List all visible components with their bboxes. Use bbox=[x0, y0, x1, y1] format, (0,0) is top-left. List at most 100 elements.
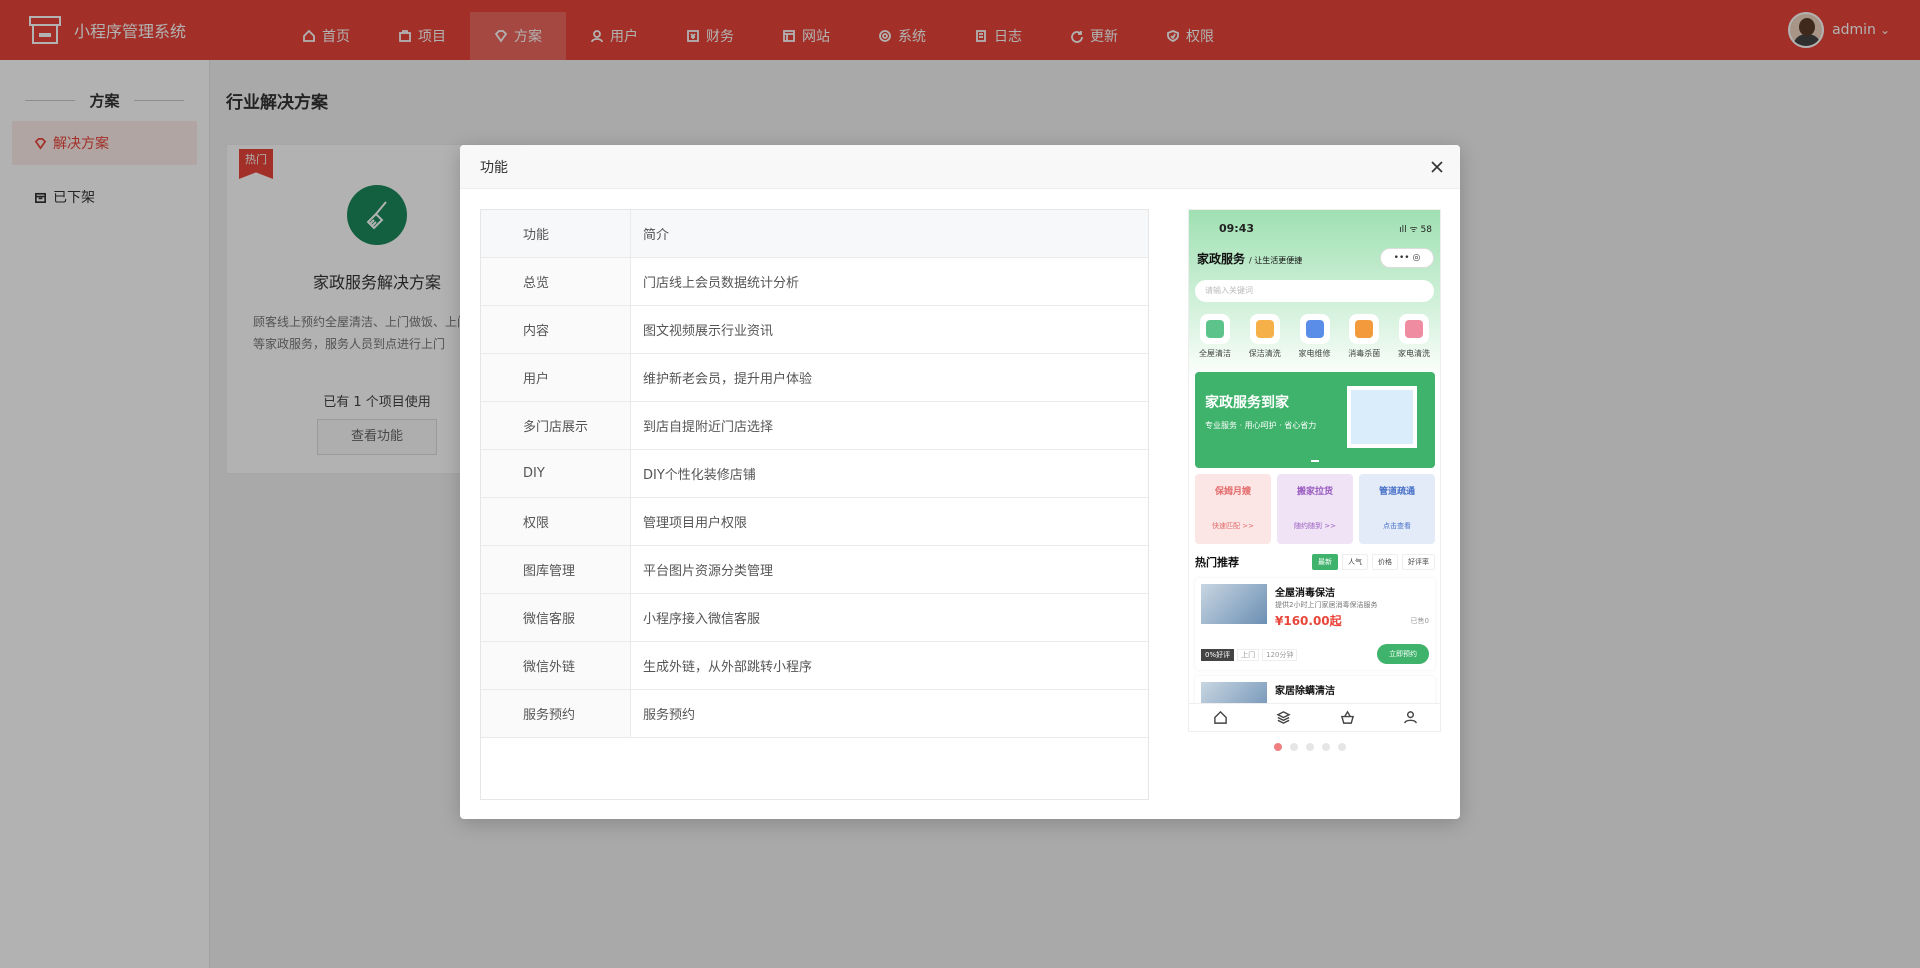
pager-dot[interactable] bbox=[1338, 743, 1346, 751]
promo-title: 管道疏通 bbox=[1378, 487, 1415, 497]
feature-description: 图文视频展示行业资讯 bbox=[643, 324, 774, 339]
preview-tabbar bbox=[1189, 703, 1440, 731]
person-icon bbox=[1404, 711, 1417, 724]
preview-time: 09:43 bbox=[1219, 222, 1255, 235]
hot-title: 热门推荐 bbox=[1195, 556, 1239, 569]
table-row: 微信客服 小程序接入微信客服 bbox=[481, 594, 1148, 642]
category-icon bbox=[1349, 314, 1380, 344]
feature-name: 服务预约 bbox=[481, 690, 631, 737]
feature-description: 平台图片资源分类管理 bbox=[643, 564, 774, 579]
banner-subtitle: 专业服务 · 用心呵护 · 省心省力 bbox=[1205, 421, 1317, 430]
preview-hot-header: 热门推荐 最新 人气 价格 好评率 bbox=[1195, 554, 1435, 570]
promo-card: 搬家拉货随约随到 >> bbox=[1277, 474, 1353, 544]
features-modal: 功能 功能 简介 总览 门店线上会员数据统计分析 内容 图文视频展示行业资讯 用户 维护新… bbox=[460, 145, 1460, 819]
feature-name: 总览 bbox=[481, 258, 631, 305]
preview-pager bbox=[1274, 743, 1354, 751]
hot-tab: 人气 bbox=[1342, 554, 1368, 570]
category-item: 消毒杀菌 bbox=[1340, 314, 1388, 359]
category-label: 消毒杀菌 bbox=[1348, 349, 1381, 358]
feature-name: DIY bbox=[481, 450, 631, 497]
column-header-description: 简介 bbox=[643, 228, 670, 243]
category-item: 家电清洗 bbox=[1390, 314, 1438, 359]
feature-name: 内容 bbox=[481, 306, 631, 353]
preview-header: 09:43 ıll ᯤ 58 家政服务 / 让生活更便捷 ••• ◎ 请输入关键词… bbox=[1189, 210, 1440, 380]
promo-sub: 随约随到 >> bbox=[1294, 522, 1336, 530]
home-icon bbox=[1214, 710, 1227, 724]
feature-description: 门店线上会员数据统计分析 bbox=[643, 276, 800, 291]
pager-dot[interactable] bbox=[1290, 743, 1298, 751]
preview-search-input: 请输入关键词 bbox=[1195, 280, 1434, 302]
preview-status-icons: ıll ᯤ 58 bbox=[1399, 225, 1432, 235]
service-name: 全屋消毒保洁 bbox=[1275, 588, 1335, 599]
category-item: 全屋清洁 bbox=[1191, 314, 1239, 359]
hot-tab: 好评率 bbox=[1402, 554, 1435, 570]
banner-dot bbox=[1311, 460, 1319, 462]
pager-dot[interactable] bbox=[1322, 743, 1330, 751]
preview-promos: 保姆月嫂 快速匹配 >> 搬家拉货 随约随到 >> 管道疏通 点击查看 bbox=[1195, 474, 1435, 544]
service-sold: 已售0 bbox=[1410, 617, 1429, 625]
table-row: 多门店展示 到店自提附近门店选择 bbox=[481, 402, 1148, 450]
feature-description: 到店自提附近门店选择 bbox=[643, 420, 774, 435]
service-tag: 0%好评 bbox=[1201, 649, 1235, 661]
category-label: 全屋清洁 bbox=[1199, 349, 1231, 358]
features-table: 功能 简介 总览 门店线上会员数据统计分析 内容 图文视频展示行业资讯 用户 维护新老会员… bbox=[480, 209, 1149, 800]
pager-dot[interactable] bbox=[1274, 743, 1282, 751]
category-label: 家电维修 bbox=[1298, 349, 1331, 358]
category-icon bbox=[1399, 314, 1429, 344]
category-item: 家电维修 bbox=[1291, 314, 1339, 359]
feature-name: 用户 bbox=[481, 354, 631, 401]
category-item: 保洁清洗 bbox=[1241, 314, 1289, 359]
feature-description: 小程序接入微信客服 bbox=[643, 612, 761, 627]
promo-card: 保姆月嫂 快速匹配 >> bbox=[1195, 474, 1271, 544]
feature-description: 管理项目用户权限 bbox=[643, 516, 748, 531]
promo-title: 保姆月嫂 bbox=[1214, 487, 1251, 497]
table-header-row: 功能 简介 bbox=[481, 210, 1148, 258]
preview-title: 家政服务 / 让生活更便捷 bbox=[1197, 252, 1303, 266]
window-illustration bbox=[1347, 386, 1417, 448]
table-row: 总览 门店线上会员数据统计分析 bbox=[481, 258, 1148, 306]
feature-description: 生成外链，从外部跳转小程序 bbox=[643, 660, 813, 675]
promo-card: 管道疏通 点击查看 bbox=[1359, 474, 1435, 544]
service-desc: 提供2小时上门家居消毒保洁服务 bbox=[1275, 601, 1378, 609]
table-row: 服务预约 服务预约 bbox=[481, 690, 1148, 738]
preview-categories: 全屋清洁 保洁清洗 家电维修 消毒杀菌 家电清洗 bbox=[1191, 314, 1438, 359]
feature-description: DIY个性化装修店铺 bbox=[643, 468, 756, 483]
promo-sub: 点击查看 bbox=[1383, 522, 1411, 530]
column-header-feature: 功能 bbox=[481, 210, 631, 257]
pager-dot[interactable] bbox=[1306, 743, 1314, 751]
feature-name: 微信客服 bbox=[481, 594, 631, 641]
preview-banner: 家政服务到家 专业服务 · 用心呵护 · 省心省力 bbox=[1195, 372, 1435, 468]
feature-name: 权限 bbox=[481, 498, 631, 545]
category-label: 家电清洗 bbox=[1398, 349, 1430, 358]
basket-icon bbox=[1340, 710, 1354, 724]
service-tags: 0%好评 上门 120分钟 bbox=[1201, 649, 1300, 661]
close-icon[interactable] bbox=[1428, 158, 1446, 176]
category-icon bbox=[1200, 314, 1230, 344]
feature-description: 服务预约 bbox=[643, 708, 696, 723]
service-image bbox=[1201, 584, 1267, 624]
layers-icon bbox=[1276, 711, 1292, 724]
modal-title: 功能 bbox=[460, 145, 1460, 189]
category-icon bbox=[1249, 314, 1280, 344]
hot-tab: 价格 bbox=[1372, 554, 1398, 570]
feature-name: 多门店展示 bbox=[481, 402, 631, 449]
service-name: 家居除螨清洁 bbox=[1275, 686, 1335, 697]
table-row: 权限 管理项目用户权限 bbox=[481, 498, 1148, 546]
service-tag: 120分钟 bbox=[1262, 649, 1298, 661]
feature-name: 微信外链 bbox=[481, 642, 631, 689]
table-row: 内容 图文视频展示行业资讯 bbox=[481, 306, 1148, 354]
banner-title: 家政服务到家 bbox=[1205, 395, 1289, 411]
preview-capsule: ••• ◎ bbox=[1380, 248, 1434, 268]
hot-tab: 最新 bbox=[1312, 554, 1338, 570]
preview-service-item: 全屋消毒保洁 提供2小时上门家居消毒保洁服务 ¥160.00起 已售0 0%好评… bbox=[1195, 578, 1435, 670]
book-button: 立即预约 bbox=[1377, 644, 1429, 664]
feature-name: 图库管理 bbox=[481, 546, 631, 593]
table-row: 图库管理 平台图片资源分类管理 bbox=[481, 546, 1148, 594]
promo-title: 搬家拉货 bbox=[1296, 487, 1333, 497]
service-tag: 上门 bbox=[1237, 649, 1260, 661]
service-price: ¥160.00起 bbox=[1275, 614, 1342, 628]
category-label: 保洁清洗 bbox=[1248, 349, 1281, 358]
category-icon bbox=[1299, 314, 1330, 344]
table-row: 微信外链 生成外链，从外部跳转小程序 bbox=[481, 642, 1148, 690]
table-row: DIY DIY个性化装修店铺 bbox=[481, 450, 1148, 498]
